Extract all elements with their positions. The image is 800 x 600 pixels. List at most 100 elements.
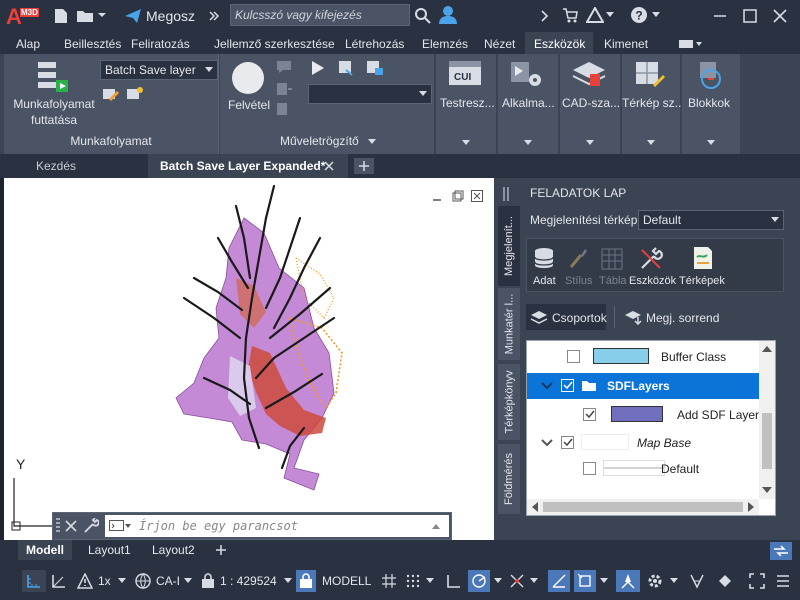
blocks-chevron-icon[interactable] [707,140,715,146]
recorder-insert-icon[interactable] [276,82,292,96]
model-layout-toggle-icon[interactable] [770,542,792,560]
close-icon[interactable] [772,8,788,24]
tools-icon[interactable] [639,247,663,271]
workflow-select[interactable]: Batch Save layer [100,60,218,80]
vtab-display[interactable]: Megjelenít... [498,206,520,286]
apps-chevron-icon[interactable] [524,140,532,146]
cad-standards-icon[interactable] [572,60,606,90]
vtab-survey[interactable]: Földmérés [498,444,520,514]
help-dropdown-icon[interactable] [652,12,660,18]
command-history-icon[interactable] [429,519,443,533]
add-layout-icon[interactable] [214,544,228,556]
layer-row-default[interactable]: Default [527,457,759,481]
layout-tab-model[interactable]: Modell [26,543,64,557]
tab-jellemzo[interactable]: Jellemző szerkesztése [214,35,335,53]
minimize-icon[interactable] [712,8,728,24]
customize-status-icon[interactable] [774,570,792,592]
isolate-objects-icon[interactable] [716,570,734,592]
scroll-left-icon[interactable] [531,502,539,512]
layer-row-add-sdf[interactable]: Add SDF Layer [527,403,759,427]
command-grip-icon[interactable] [55,517,61,535]
apps-icon[interactable] [510,60,544,90]
mapsz-chevron-icon[interactable] [647,140,655,146]
recorder-panel-label[interactable]: Műveletrögzítő [280,134,359,148]
blocks-label[interactable]: Blokkok [688,96,730,110]
cad-chevron-icon[interactable] [586,140,594,146]
tab-nezet[interactable]: Nézet [484,35,515,53]
help-icon[interactable]: ? [630,6,648,24]
command-close-icon[interactable] [65,520,77,532]
annotation-visibility-icon[interactable] [616,570,640,592]
tab-kimenet[interactable]: Kimenet [604,35,648,53]
scroll-down-icon[interactable] [762,486,772,494]
layer-vscrollbar[interactable] [759,341,775,499]
tab-eszkozok[interactable]: Eszközök [534,35,585,53]
snap-icon[interactable] [404,570,422,592]
recorder-panel-chevron-icon[interactable] [368,139,376,145]
recorder-base-icon[interactable] [276,102,292,116]
autodesk-dropdown-icon[interactable] [606,12,614,18]
tab-alap[interactable]: Alap [16,35,40,53]
tool-data-label[interactable]: Adat [533,275,556,287]
recorder-prefs-icon[interactable] [366,60,384,76]
object-snap-icon[interactable] [574,570,596,592]
data-icon[interactable] [533,247,555,271]
vtab-workspace[interactable]: Munkatér l... [498,288,520,360]
cad-label[interactable]: CAD-sza... [562,96,620,110]
layer-hscrollbar[interactable] [527,499,759,515]
app-logo[interactable]: A M3D [6,4,42,29]
checkbox-sdflayers[interactable] [561,379,574,392]
layout-tab-1[interactable]: Layout1 [88,543,131,557]
checkbox-map-base[interactable] [561,436,574,449]
customize-chevron-icon[interactable] [462,140,470,146]
cart-icon[interactable] [562,7,578,23]
map-scale-dropdown-icon[interactable] [284,570,292,592]
chevron-down-icon[interactable] [541,438,553,448]
tab-beillesztes[interactable]: Beillesztés [64,35,121,53]
doc-tab-active[interactable]: Batch Save Layer Expanded* [160,159,325,173]
tab-elemzes[interactable]: Elemzés [422,35,468,53]
polar-tracking-icon[interactable] [468,570,490,592]
layer-row-map-base[interactable]: Map Base [527,431,759,455]
restore-icon[interactable] [742,8,758,24]
coord-system[interactable]: CA-I [156,570,180,592]
workflow-run-label[interactable]: Munkafolyamat futtatása [10,96,98,128]
new-tab-icon[interactable] [354,158,374,174]
command-prompt-icon[interactable] [109,520,131,532]
scale-factor[interactable]: 1x [98,570,111,592]
workspace-gear-icon[interactable] [646,570,664,592]
task-pane-grip-icon[interactable] [502,186,512,202]
coord-dropdown-icon[interactable] [184,570,192,592]
isodraft-icon[interactable] [508,570,526,592]
save-dropdown-icon[interactable] [98,10,112,22]
customize-label[interactable]: Testresz... [440,96,495,110]
recorder-macro-select[interactable] [308,84,432,104]
mapsz-label[interactable]: Térkép sz... [622,96,685,110]
play-icon[interactable] [310,60,326,76]
chevron-right-icon[interactable] [540,9,550,23]
isodraft-dropdown-icon[interactable] [530,570,538,592]
checkbox-buffer[interactable] [567,350,580,363]
layout-tab-2[interactable]: Layout2 [152,543,195,557]
doc-tab-home[interactable]: Kezdés [36,159,76,173]
draw-order-button[interactable]: Megj. sorrend [620,304,720,330]
tab-letrehozas[interactable]: Létrehozás [345,35,404,53]
viewport-lock-icon[interactable] [296,570,316,592]
scale-factor-dropdown-icon[interactable] [118,570,126,592]
globe-icon[interactable] [134,570,152,592]
model-label[interactable]: MODELL [322,570,371,592]
scroll-right-icon[interactable] [747,502,755,512]
tool-tools-label[interactable]: Eszközök [629,275,676,287]
record-label[interactable]: Felvétel [228,98,270,112]
doc-tab-close-icon[interactable] [323,160,335,172]
command-customize-icon[interactable] [83,518,99,534]
map-drawing[interactable] [4,178,494,540]
recorder-message-icon[interactable] [276,60,292,74]
title-chevron-icon[interactable] [208,8,220,24]
workflow-new-icon[interactable] [126,86,144,102]
new-file-icon[interactable] [54,8,68,24]
tab-feliratozas[interactable]: Feliratozás [131,35,190,53]
grid-icon[interactable] [380,570,398,592]
layer-row-buffer[interactable]: Buffer Class [527,345,759,369]
workflow-edit-icon[interactable] [102,86,120,102]
